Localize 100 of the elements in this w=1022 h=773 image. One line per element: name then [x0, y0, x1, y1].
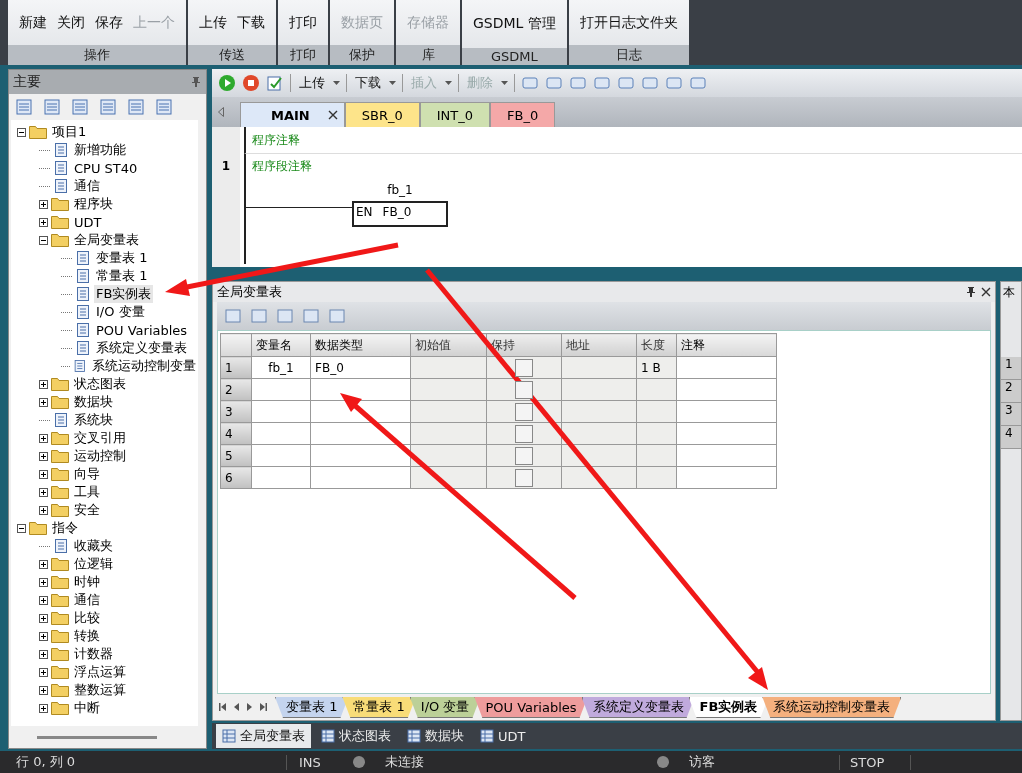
- editor-tab[interactable]: MAIN: [240, 102, 345, 127]
- checkbox[interactable]: [515, 424, 533, 443]
- expand-toggle-icon[interactable]: [39, 577, 48, 587]
- tree-item[interactable]: UDT: [72, 214, 104, 230]
- first-page-icon[interactable]: [219, 703, 226, 711]
- ribbon-button[interactable]: 保存: [92, 11, 126, 34]
- pin-icon[interactable]: [967, 287, 975, 297]
- tree-item[interactable]: I/O 变量: [94, 303, 147, 321]
- tree-item[interactable]: 时钟: [72, 573, 102, 591]
- view-tab[interactable]: UDT: [474, 725, 532, 747]
- tree-item[interactable]: 程序块: [72, 195, 115, 213]
- expand-toggle-icon[interactable]: [39, 505, 48, 515]
- tree-item[interactable]: 安全: [72, 501, 102, 519]
- toolbar-button[interactable]: 上传: [297, 73, 327, 93]
- editor-tab[interactable]: INT_0: [419, 102, 490, 127]
- tree-item[interactable]: 常量表 1: [94, 267, 150, 285]
- view-tab[interactable]: 数据块: [401, 724, 470, 748]
- expand-toggle-icon[interactable]: [39, 703, 48, 713]
- tree-item[interactable]: 新增功能: [72, 141, 128, 159]
- tree-item[interactable]: 向导: [72, 465, 102, 483]
- expand-toggle-icon[interactable]: [39, 649, 48, 659]
- tree-item[interactable]: 浮点运算: [72, 663, 128, 681]
- tree-item[interactable]: 计数器: [72, 645, 115, 663]
- network-comment[interactable]: 程序段注释: [252, 159, 312, 173]
- checkbox[interactable]: [515, 358, 533, 377]
- checkbox[interactable]: [515, 402, 533, 421]
- expand-toggle-icon[interactable]: [39, 685, 48, 695]
- ribbon-button[interactable]: GSDML 管理: [470, 13, 559, 35]
- toolbar-button[interactable]: 下载: [353, 73, 383, 93]
- scroll-left-icon[interactable]: [218, 107, 224, 117]
- tree-item[interactable]: 数据块: [72, 393, 115, 411]
- tree-item[interactable]: 系统块: [72, 411, 115, 429]
- tree-item[interactable]: 工具: [72, 483, 102, 501]
- expand-toggle-icon[interactable]: [39, 613, 48, 623]
- dropdown-caret-icon[interactable]: [501, 81, 508, 85]
- column-header[interactable]: 数据类型: [310, 333, 411, 357]
- column-header[interactable]: 变量名: [251, 333, 311, 357]
- tree-item[interactable]: 交叉引用: [72, 429, 128, 447]
- expand-toggle-icon[interactable]: [17, 523, 26, 533]
- tree-item[interactable]: 转换: [72, 627, 102, 645]
- ribbon-button[interactable]: 新建: [16, 11, 50, 34]
- checkbox[interactable]: [515, 468, 533, 487]
- sheet-tab[interactable]: 系统运动控制变量表: [762, 697, 902, 718]
- tree-item[interactable]: 收藏夹: [72, 537, 115, 555]
- next-icon[interactable]: [247, 703, 252, 711]
- expand-toggle-icon[interactable]: [39, 469, 48, 479]
- tree-item[interactable]: 中断: [72, 699, 102, 717]
- tree-item[interactable]: 状态图表: [72, 375, 128, 393]
- tree-item[interactable]: 整数运算: [72, 681, 128, 699]
- expand-toggle-icon[interactable]: [39, 217, 48, 227]
- program-comment[interactable]: 程序注释: [252, 131, 300, 149]
- ribbon-button[interactable]: 打印: [286, 11, 320, 34]
- tree-item[interactable]: 运动控制: [72, 447, 128, 465]
- close-icon[interactable]: [327, 110, 338, 120]
- expand-toggle-icon[interactable]: [39, 199, 48, 209]
- ribbon-button[interactable]: 打开日志文件夹: [576, 11, 681, 34]
- view-tab[interactable]: 状态图表: [315, 724, 397, 748]
- tree-item[interactable]: 系统定义变量表: [94, 339, 189, 357]
- tree-item[interactable]: 全局变量表: [72, 231, 141, 249]
- function-block[interactable]: EN FB_0: [352, 201, 448, 227]
- expand-toggle-icon[interactable]: [39, 235, 48, 245]
- checkbox[interactable]: [515, 446, 533, 465]
- ribbon-button[interactable]: 上传: [196, 11, 230, 34]
- dropdown-caret-icon[interactable]: [333, 81, 340, 85]
- previous-icon[interactable]: [234, 703, 239, 711]
- checkbox[interactable]: [515, 380, 533, 399]
- checklist-icon[interactable]: [266, 74, 284, 92]
- close-icon[interactable]: [981, 287, 991, 297]
- tree-item[interactable]: 位逻辑: [72, 555, 115, 573]
- expand-toggle-icon[interactable]: [39, 379, 48, 389]
- expand-toggle-icon[interactable]: [39, 631, 48, 641]
- expand-toggle-icon[interactable]: [39, 559, 48, 569]
- expand-toggle-icon[interactable]: [39, 451, 48, 461]
- tree-item[interactable]: FB实例表: [94, 285, 154, 303]
- editor-tab[interactable]: FB_0: [490, 102, 556, 127]
- tree-item[interactable]: 通信: [72, 177, 102, 195]
- tree-item[interactable]: 比较: [72, 609, 102, 627]
- expand-toggle-icon[interactable]: [39, 397, 48, 407]
- ribbon-button[interactable]: 关闭: [54, 11, 88, 34]
- play-icon[interactable]: [218, 74, 236, 92]
- column-header[interactable]: 注释: [676, 333, 777, 357]
- tree-item[interactable]: CPU ST40: [72, 160, 140, 176]
- dropdown-caret-icon[interactable]: [389, 81, 396, 85]
- last-page-icon[interactable]: [260, 703, 267, 711]
- expand-toggle-icon[interactable]: [17, 127, 26, 137]
- expand-toggle-icon[interactable]: [39, 433, 48, 443]
- tree-item[interactable]: 变量表 1: [94, 249, 150, 267]
- tree-item[interactable]: 项目1: [50, 123, 89, 141]
- expand-toggle-icon[interactable]: [39, 667, 48, 677]
- view-tab[interactable]: 全局变量表: [216, 724, 311, 748]
- tree-item[interactable]: 通信: [72, 591, 102, 609]
- expand-toggle-icon[interactable]: [39, 595, 48, 605]
- tree-item[interactable]: 指令: [50, 519, 80, 537]
- ribbon-button[interactable]: 下载: [234, 11, 268, 34]
- tree-item[interactable]: 系统运动控制变量: [90, 357, 198, 375]
- stop-icon[interactable]: [242, 74, 260, 92]
- dropdown-caret-icon[interactable]: [445, 81, 452, 85]
- expand-toggle-icon[interactable]: [39, 487, 48, 497]
- tree-item[interactable]: POU Variables: [94, 322, 190, 338]
- scrollbar[interactable]: [37, 735, 157, 739]
